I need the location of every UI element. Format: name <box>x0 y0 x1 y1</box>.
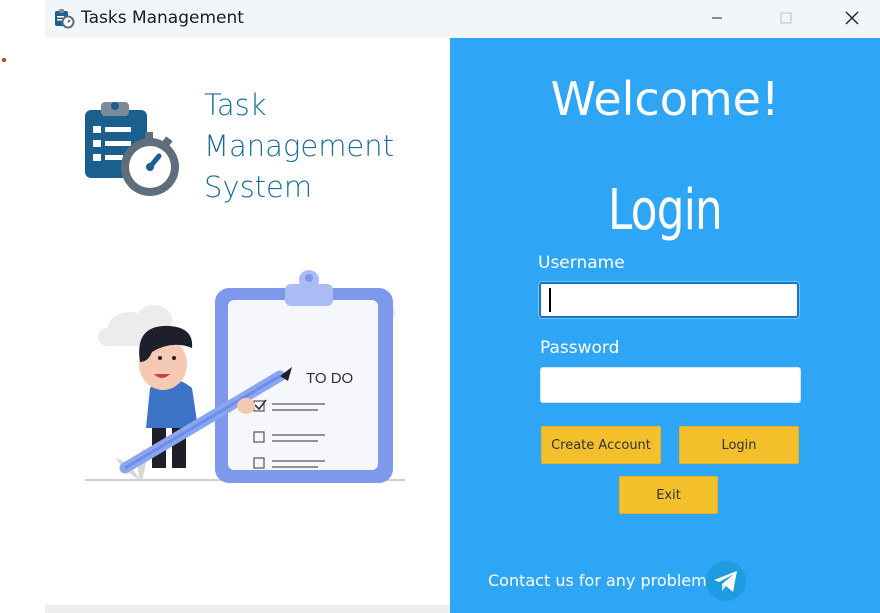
text-caret <box>549 288 551 312</box>
username-input[interactable] <box>539 282 799 318</box>
brand-line-management: Management <box>204 129 395 163</box>
username-label: Username <box>538 253 625 273</box>
brand-line-system: System <box>204 170 313 204</box>
contact-text: Contact us for any problem <box>488 571 707 590</box>
maximize-button[interactable] <box>763 0 809 36</box>
minimize-button[interactable] <box>694 0 740 36</box>
password-label: Password <box>540 338 620 358</box>
create-account-button[interactable]: Create Account <box>541 426 661 464</box>
login-button[interactable]: Login <box>679 426 799 464</box>
window-title: Tasks Management <box>81 8 244 28</box>
title-bar: Tasks Management <box>45 0 880 38</box>
maximize-icon <box>780 12 792 24</box>
brand-line-task: Task <box>204 88 267 122</box>
login-heading: Login <box>608 178 723 243</box>
exit-button[interactable]: Exit <box>619 476 718 514</box>
close-button[interactable] <box>829 0 875 36</box>
task-logo-icon <box>85 102 179 196</box>
login-panel: Welcome! Login Username Password Create … <box>450 38 880 613</box>
branding-panel: Task Management System TO DO <box>45 38 450 613</box>
minimize-icon <box>712 17 722 19</box>
app-window: Tasks Management Task Management System … <box>45 0 880 613</box>
password-input[interactable] <box>540 367 801 403</box>
todo-illustration: TO DO <box>85 270 405 483</box>
close-icon <box>845 11 859 25</box>
left-panel-bottom-edge <box>45 605 450 613</box>
telegram-icon[interactable] <box>705 560 747 602</box>
app-icon <box>55 9 75 29</box>
welcome-heading: Welcome! <box>550 72 780 126</box>
clipboard <box>215 270 393 483</box>
stray-dot <box>2 58 6 62</box>
illustration-todo-text: TO DO <box>306 370 353 387</box>
brand-title: Task Management System <box>204 85 394 208</box>
